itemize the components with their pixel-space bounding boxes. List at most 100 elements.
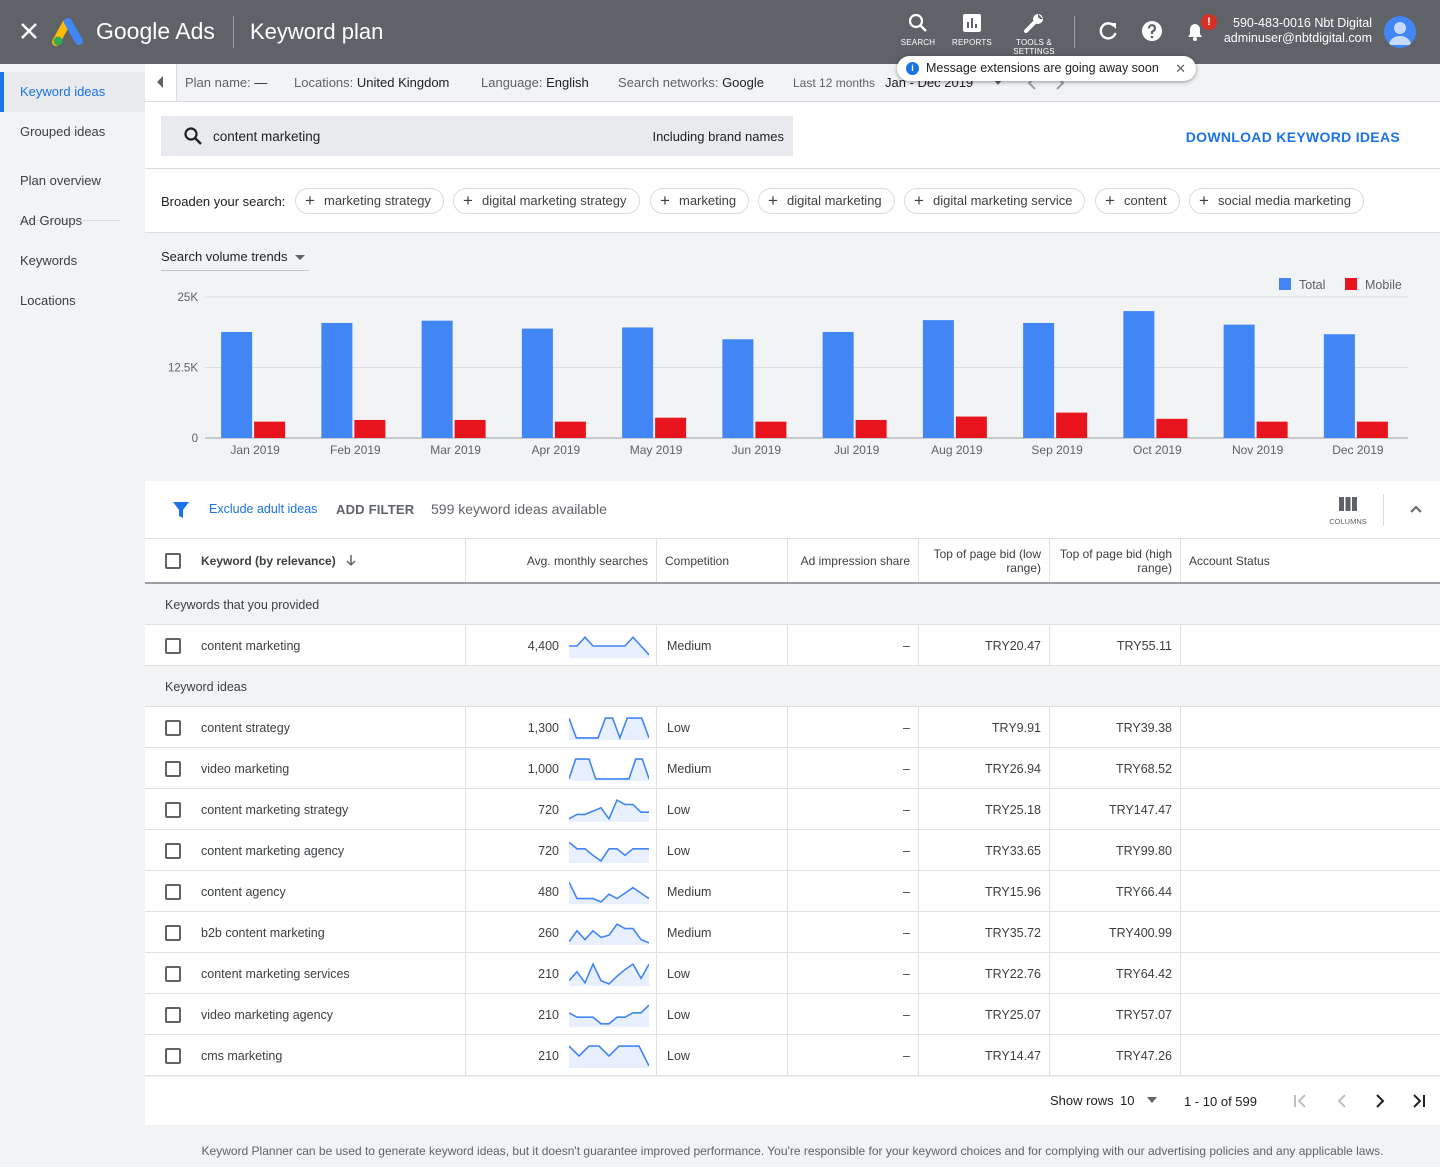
- select-all-checkbox[interactable]: [165, 553, 181, 569]
- close-icon[interactable]: [18, 20, 40, 42]
- header-ad-impression-share[interactable]: Ad impression share: [787, 539, 918, 582]
- row-checkbox[interactable]: [165, 1048, 181, 1064]
- bar-mobile[interactable]: [1256, 421, 1288, 438]
- bar-mobile[interactable]: [254, 421, 286, 438]
- row-checkbox[interactable]: [165, 884, 181, 900]
- bar-total[interactable]: [822, 331, 854, 438]
- collapse-sidebar-button[interactable]: [145, 64, 177, 101]
- sidebar-item-locations[interactable]: Locations: [0, 281, 145, 321]
- keyword-text: content strategy: [201, 721, 290, 735]
- bar-mobile[interactable]: [755, 421, 787, 438]
- filter-icon[interactable]: [173, 502, 189, 518]
- table-row[interactable]: video marketing 1,000 Medium – TRY26.94 TRY68…: [145, 748, 1440, 789]
- row-checkbox[interactable]: [165, 966, 181, 982]
- rows-per-page-select[interactable]: 10: [1120, 1093, 1158, 1108]
- broaden-chip[interactable]: + marketing: [650, 188, 750, 214]
- header-account-status[interactable]: Account Status: [1180, 539, 1440, 582]
- columns-button[interactable]: COLUMNS: [1318, 497, 1378, 526]
- broaden-chip[interactable]: + social media marketing: [1189, 188, 1364, 214]
- refresh-icon[interactable]: [1097, 20, 1119, 42]
- row-checkbox[interactable]: [165, 925, 181, 941]
- next-page-icon[interactable]: [1373, 1094, 1387, 1108]
- header-low-bid-label: Top of page bid (low: [933, 547, 1041, 561]
- help-icon[interactable]: [1141, 20, 1163, 42]
- bar-total[interactable]: [321, 322, 353, 438]
- chevron-up-icon[interactable]: [1409, 504, 1423, 514]
- bar-total[interactable]: [221, 331, 253, 438]
- sidebar-item-plan-overview[interactable]: Plan overview: [0, 161, 145, 201]
- broaden-chip[interactable]: + digital marketing service: [904, 188, 1086, 214]
- search-query[interactable]: content marketing: [213, 129, 320, 144]
- language-label: Language:: [481, 75, 543, 90]
- row-checkbox[interactable]: [165, 761, 181, 777]
- bar-total[interactable]: [922, 320, 954, 438]
- locations-setting[interactable]: Locations: United Kingdom: [294, 75, 449, 90]
- sidebar-item-keywords[interactable]: Keywords: [0, 241, 145, 281]
- avatar[interactable]: [1384, 16, 1416, 48]
- bar-total[interactable]: [421, 320, 453, 438]
- table-row[interactable]: b2b content marketing 260 Medium – TRY35.72 T…: [145, 912, 1440, 953]
- table-row[interactable]: content marketing 4,400 Medium – TRY20.47 TRY…: [145, 625, 1440, 666]
- bar-total[interactable]: [1123, 311, 1155, 438]
- last-page-icon[interactable]: [1412, 1094, 1426, 1108]
- sidebar-item-ad-groups[interactable]: Ad Groups: [0, 201, 145, 241]
- broaden-chip[interactable]: + digital marketing strategy: [453, 188, 640, 214]
- tools-settings-button[interactable]: TOOLS & SETTINGS: [1004, 12, 1064, 56]
- table-row[interactable]: video marketing agency 210 Low – TRY25.07 TRY…: [145, 994, 1440, 1035]
- account-info[interactable]: 590-483-0016 Nbt Digital adminuser@nbtdi…: [1212, 16, 1372, 46]
- bar-mobile[interactable]: [1156, 418, 1188, 438]
- row-checkbox[interactable]: [165, 638, 181, 654]
- broaden-chip[interactable]: + marketing strategy: [295, 188, 444, 214]
- bar-mobile[interactable]: [354, 419, 386, 438]
- brand-names-toggle[interactable]: Including brand names: [652, 129, 784, 144]
- bar-mobile[interactable]: [955, 416, 987, 438]
- close-icon[interactable]: ✕: [1175, 56, 1186, 81]
- impression-value: –: [903, 926, 910, 940]
- bar-total[interactable]: [521, 328, 553, 438]
- table-row[interactable]: cms marketing 210 Low – TRY14.47 TRY47.26: [145, 1035, 1440, 1076]
- bar-mobile[interactable]: [454, 419, 486, 438]
- exclude-adult-ideas-filter[interactable]: Exclude adult ideas: [209, 502, 317, 516]
- dropdown-arrow-icon: [1147, 1097, 1158, 1103]
- add-filter-button[interactable]: ADD FILTER: [336, 502, 414, 517]
- reports-button[interactable]: REPORTS: [942, 12, 1002, 47]
- search-networks-setting[interactable]: Search networks: Google: [618, 75, 764, 90]
- bar-mobile[interactable]: [1356, 421, 1388, 438]
- bar-total[interactable]: [1323, 334, 1355, 438]
- table-row[interactable]: content marketing agency 720 Low – TRY33.65 T…: [145, 830, 1440, 871]
- header-top-bid-high[interactable]: Top of page bid (high range): [1049, 539, 1180, 582]
- bar-total[interactable]: [1223, 324, 1255, 438]
- sidebar-item-grouped-ideas[interactable]: Grouped ideas: [0, 112, 145, 152]
- bar-total[interactable]: [722, 339, 754, 438]
- table-row[interactable]: content agency 480 Medium – TRY15.96 TRY66.44: [145, 871, 1440, 912]
- bar-mobile[interactable]: [655, 417, 687, 438]
- table-row[interactable]: content strategy 1,300 Low – TRY9.91 TRY39.38: [145, 707, 1440, 748]
- table-row[interactable]: content marketing strategy 720 Low – TRY25.1…: [145, 789, 1440, 830]
- first-page-icon[interactable]: [1293, 1094, 1307, 1108]
- bar-mobile[interactable]: [855, 419, 887, 438]
- header-top-bid-low[interactable]: Top of page bid (low range): [918, 539, 1049, 582]
- previous-page-icon[interactable]: [1335, 1094, 1349, 1108]
- keyword-search-box[interactable]: content marketing Including brand names: [161, 116, 793, 156]
- bar-total[interactable]: [622, 327, 654, 438]
- broaden-chip[interactable]: + digital marketing: [758, 188, 895, 214]
- header-avg-monthly-searches[interactable]: Avg. monthly searches: [465, 539, 656, 582]
- bar-mobile[interactable]: [1056, 412, 1088, 438]
- header-keyword[interactable]: Keyword (by relevance): [201, 554, 357, 568]
- info-icon: i: [906, 62, 919, 75]
- sidebar-item-keyword-ideas[interactable]: Keyword ideas: [0, 72, 145, 112]
- low-bid-cell: TRY33.65: [918, 830, 1049, 870]
- row-checkbox[interactable]: [165, 802, 181, 818]
- bar-total[interactable]: [1023, 322, 1055, 438]
- row-checkbox[interactable]: [165, 1007, 181, 1023]
- header-competition[interactable]: Competition: [656, 539, 788, 582]
- broaden-chip[interactable]: + content: [1095, 188, 1180, 214]
- bar-mobile[interactable]: [554, 421, 586, 438]
- table-row[interactable]: content marketing services 210 Low – TRY22.7…: [145, 953, 1440, 994]
- x-tick-label: Jun 2019: [732, 443, 782, 457]
- language-setting[interactable]: Language: English: [481, 75, 589, 90]
- search-button[interactable]: SEARCH: [888, 12, 948, 47]
- row-checkbox[interactable]: [165, 843, 181, 859]
- row-checkbox[interactable]: [165, 720, 181, 736]
- download-keyword-ideas-button[interactable]: DOWNLOAD KEYWORD IDEAS: [1186, 129, 1400, 145]
